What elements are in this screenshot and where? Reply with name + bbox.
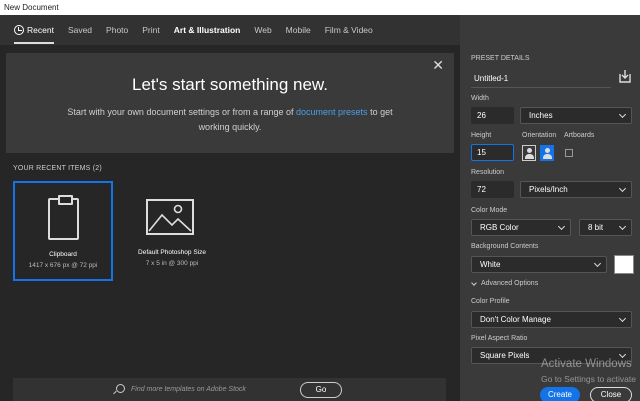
stock-search-input[interactable]: Find more templates on Adobe Stock: [131, 386, 246, 393]
bit-depth-select[interactable]: 8 bit: [579, 219, 632, 236]
document-name-field[interactable]: Untitled-1: [471, 71, 611, 88]
clock-icon: [14, 25, 24, 35]
preset-details-panel: PRESET DETAILS Untitled-1 Width 26 Inche…: [460, 15, 640, 401]
search-icon: [116, 384, 125, 393]
height-input[interactable]: 15: [471, 144, 514, 161]
tab-print[interactable]: Print: [142, 15, 159, 45]
chevron-down-icon: [618, 314, 627, 323]
chevron-down-icon: [618, 222, 627, 231]
select-value: Inches: [529, 111, 553, 120]
recent-item-info: 7 x 5 in @ 300 ppi: [145, 260, 199, 267]
chevron-down-icon: [618, 184, 627, 193]
recent-item-name: Clipboard: [49, 251, 77, 258]
tab-mobile[interactable]: Mobile: [286, 15, 311, 45]
stock-search-bar: Find more templates on Adobe Stock Go: [13, 378, 446, 401]
artboards-label: Artboards: [564, 132, 595, 139]
person-icon: [525, 154, 534, 159]
window-title: New Document: [0, 0, 640, 15]
save-preset-icon[interactable]: [619, 69, 631, 83]
background-color-swatch[interactable]: [614, 255, 634, 274]
select-value: Pixels/Inch: [529, 185, 568, 194]
chevron-down-icon[interactable]: [471, 280, 477, 286]
select-value: RGB Color: [480, 223, 519, 232]
height-label: Height: [471, 132, 492, 139]
resolution-input[interactable]: 72: [471, 181, 514, 198]
orientation-label: Orientation: [522, 132, 557, 139]
subtitle-text: Start with your own document settings or…: [67, 107, 297, 117]
clipboard-icon: [48, 195, 79, 240]
portrait-orientation-button[interactable]: [522, 145, 536, 161]
chevron-down-icon: [593, 259, 602, 268]
select-value: Don't Color Manage: [480, 315, 551, 324]
recent-item-name: Default Photoshop Size: [138, 249, 206, 256]
color-mode-select[interactable]: RGB Color: [471, 219, 571, 236]
activate-windows-watermark: Activate Windows: [541, 358, 632, 370]
tab-label: Recent: [27, 25, 54, 35]
tab-film-video[interactable]: Film & Video: [325, 15, 373, 45]
welcome-title: Let's start something new.: [131, 75, 328, 94]
welcome-banner: ✕ Let's start something new. Start with …: [6, 53, 454, 153]
chevron-down-icon: [618, 350, 627, 359]
recent-item-info: 1417 x 676 px @ 72 ppi: [28, 262, 98, 269]
background-contents-select[interactable]: White: [471, 256, 607, 273]
tab-web[interactable]: Web: [254, 15, 271, 45]
background-contents-label: Background Contents: [471, 243, 539, 250]
activate-windows-hint: Go to Settings to activate: [541, 374, 636, 384]
go-button[interactable]: Go: [300, 382, 342, 398]
advanced-options-toggle[interactable]: Advanced Options: [481, 280, 538, 287]
image-icon: [146, 199, 194, 235]
tab-photo[interactable]: Photo: [106, 15, 128, 45]
close-button[interactable]: Close: [590, 387, 632, 401]
chevron-down-icon: [557, 222, 566, 231]
main-panel: ✕ Let's start something new. Start with …: [0, 45, 460, 401]
select-value: 8 bit: [588, 223, 604, 232]
landscape-orientation-button[interactable]: [540, 145, 554, 161]
preset-details-header: PRESET DETAILS: [471, 55, 530, 62]
tab-recent[interactable]: Recent: [14, 15, 54, 45]
resolution-label: Resolution: [471, 169, 505, 176]
color-mode-label: Color Mode: [471, 207, 508, 214]
width-unit-select[interactable]: Inches: [520, 107, 632, 124]
width-input[interactable]: 26: [471, 107, 514, 124]
close-icon[interactable]: ✕: [432, 57, 444, 74]
width-label: Width: [471, 95, 489, 102]
color-profile-label: Color Profile: [471, 298, 510, 305]
pixel-aspect-ratio-label: Pixel Aspect Ratio: [471, 335, 528, 342]
welcome-subtitle: Start with your own document settings or…: [66, 105, 394, 135]
category-tabs: Recent Saved Photo Print Art & Illustrat…: [0, 15, 460, 45]
artboards-checkbox[interactable]: [565, 149, 573, 157]
resolution-unit-select[interactable]: Pixels/Inch: [520, 181, 632, 198]
color-profile-select[interactable]: Don't Color Manage: [471, 311, 632, 328]
tab-saved[interactable]: Saved: [68, 15, 92, 45]
select-value: White: [480, 260, 501, 269]
person-icon: [527, 148, 532, 153]
person-icon: [545, 148, 550, 153]
select-value: Square Pixels: [480, 351, 530, 360]
tab-art-illustration[interactable]: Art & Illustration: [174, 15, 241, 45]
recent-items-header: YOUR RECENT ITEMS (2): [13, 165, 102, 172]
recent-item-clipboard[interactable]: Clipboard 1417 x 676 px @ 72 ppi: [13, 181, 113, 281]
chevron-down-icon: [618, 110, 627, 119]
person-icon: [543, 154, 552, 159]
document-presets-link[interactable]: document presets: [296, 107, 368, 117]
recent-item-default-photoshop-size[interactable]: Default Photoshop Size 7 x 5 in @ 300 pp…: [122, 181, 222, 281]
create-button[interactable]: Create: [540, 387, 580, 401]
